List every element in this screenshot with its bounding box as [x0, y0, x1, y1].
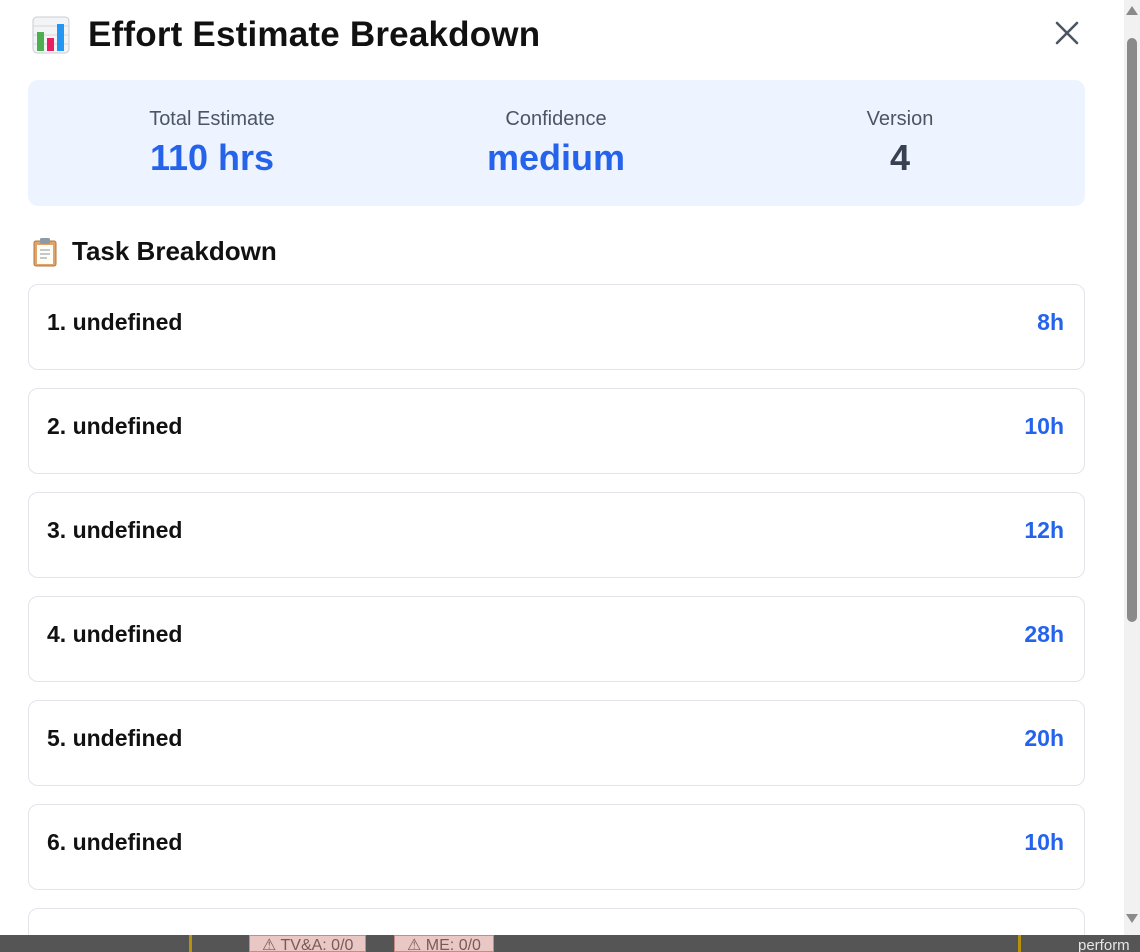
background-divider: [1018, 935, 1021, 952]
total-estimate-value: 110 hrs: [149, 137, 275, 178]
task-item-partial[interactable]: [28, 908, 1085, 935]
task-item[interactable]: 6. undefined 10h: [28, 804, 1085, 890]
modal-title: Effort Estimate Breakdown: [88, 15, 541, 54]
version-stat: Version 4: [750, 108, 1050, 179]
task-breakdown-heading: Task Breakdown: [32, 236, 277, 267]
scroll-up-arrow-icon[interactable]: [1126, 6, 1138, 15]
warning-icon: ⚠: [407, 937, 422, 952]
task-item[interactable]: 4. undefined 28h: [28, 596, 1085, 682]
section-title: Task Breakdown: [72, 236, 277, 266]
task-hours: 12h: [1024, 517, 1064, 543]
background-divider: [189, 935, 192, 952]
version-value: 4: [889, 137, 911, 178]
task-label: 2. undefined: [47, 413, 183, 439]
scrollbar-thumb[interactable]: [1127, 38, 1137, 622]
close-icon: [1055, 21, 1079, 45]
confidence-label: Confidence: [505, 108, 607, 130]
confidence-stat: Confidence medium: [406, 108, 706, 179]
task-item[interactable]: 1. undefined 8h: [28, 284, 1085, 370]
task-hours: 8h: [1037, 309, 1064, 335]
task-label: 3. undefined: [47, 517, 183, 543]
clipboard-icon: [32, 237, 58, 267]
bar-chart-icon: [32, 16, 70, 54]
background-badge-tvna: ⚠ TV&A: 0/0: [249, 935, 367, 952]
background-badge-text: ME: 0/0: [425, 937, 481, 952]
task-hours: 10h: [1024, 829, 1064, 855]
confidence-value: medium: [486, 137, 626, 178]
modal-scrollbar[interactable]: [1124, 0, 1140, 935]
total-estimate-stat: Total Estimate 110 hrs: [62, 108, 362, 179]
task-label: 6. undefined: [47, 829, 183, 855]
effort-estimate-modal: Effort Estimate Breakdown Total Estimate…: [0, 0, 1140, 935]
background-page: ⚠ TV&A: 0/0 ⚠ ME: 0/0 perform: [0, 935, 1140, 952]
task-item[interactable]: 3. undefined 12h: [28, 492, 1085, 578]
task-label: 5. undefined: [47, 725, 183, 751]
close-button[interactable]: [1050, 16, 1084, 50]
estimate-summary: Total Estimate 110 hrs Confidence medium…: [28, 80, 1085, 206]
version-label: Version: [866, 108, 934, 130]
task-label: 1. undefined: [47, 309, 183, 335]
total-estimate-label: Total Estimate: [149, 108, 275, 130]
scroll-down-arrow-icon[interactable]: [1126, 914, 1138, 923]
warning-icon: ⚠: [262, 937, 277, 952]
task-label: 4. undefined: [47, 621, 183, 647]
task-item[interactable]: 2. undefined 10h: [28, 388, 1085, 474]
background-badge-text: TV&A: 0/0: [280, 937, 354, 952]
task-hours: 28h: [1024, 621, 1064, 647]
background-text: perform: [1078, 937, 1130, 952]
task-item[interactable]: 5. undefined 20h: [28, 700, 1085, 786]
background-badge-me: ⚠ ME: 0/0: [394, 935, 494, 952]
task-hours: 20h: [1024, 725, 1064, 751]
modal-header: Effort Estimate Breakdown: [32, 10, 540, 60]
task-hours: 10h: [1024, 413, 1064, 439]
